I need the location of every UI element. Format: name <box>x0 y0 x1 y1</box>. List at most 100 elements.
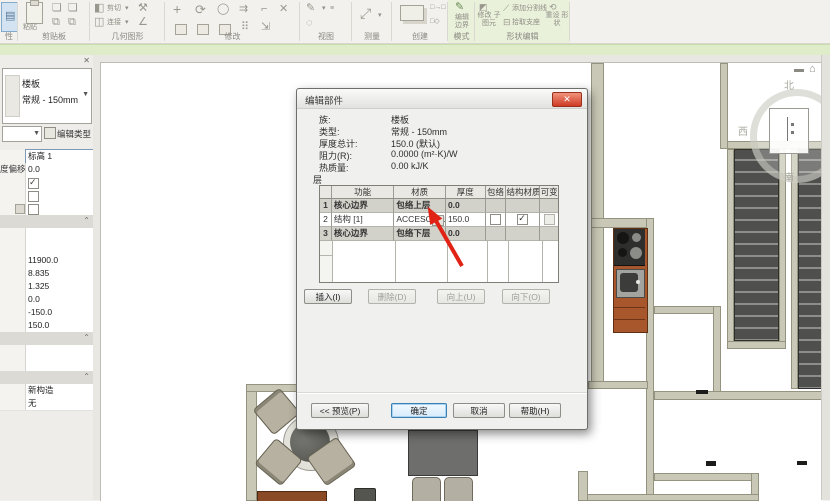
help-button[interactable]: 帮助(H) <box>509 403 561 418</box>
vertical-scrollbar[interactable] <box>821 55 830 500</box>
cabinet[interactable] <box>354 488 376 501</box>
wall[interactable] <box>588 381 648 389</box>
chevron-down-icon[interactable]: ▼ <box>82 91 89 98</box>
edit-type-button[interactable]: 编辑类型 <box>44 125 91 141</box>
wall[interactable] <box>654 306 720 314</box>
checkbox-checked[interactable] <box>28 178 39 189</box>
kitchen-counter[interactable] <box>613 228 648 333</box>
property-row[interactable]: 度偏移0.0 <box>0 163 93 177</box>
collapse-icon[interactable]: ⌃ <box>83 216 90 225</box>
home-icon[interactable]: ⌂ <box>809 63 816 75</box>
compass-south-label[interactable]: 南 <box>784 169 794 184</box>
edit-boundary-icon[interactable]: ✎ <box>455 2 464 13</box>
compass-west-label[interactable]: 西 <box>738 123 748 138</box>
property-row[interactable] <box>0 228 93 242</box>
cut-label[interactable]: 剪切 <box>107 5 121 13</box>
material-browse-button[interactable]: … <box>432 215 444 226</box>
property-row[interactable]: 1.325 <box>0 280 93 294</box>
compass-north-label[interactable]: 北 <box>784 77 794 92</box>
down-button[interactable]: 向下(O) <box>502 289 550 304</box>
divider <box>297 392 587 393</box>
info-value: 0.00 kJ/K <box>391 161 429 171</box>
move-icon[interactable]: + <box>173 4 181 15</box>
property-row[interactable]: 8.835 <box>0 267 93 281</box>
collapse-icon[interactable]: ⌃ <box>83 333 90 342</box>
insert-button[interactable]: 插入(I) <box>304 289 352 304</box>
angle-icon[interactable]: ∠ <box>138 17 148 28</box>
preview-button[interactable]: << 预览(P) <box>311 403 369 418</box>
properties-button[interactable]: ▤ <box>1 2 18 32</box>
structural-material-checkbox[interactable] <box>517 214 528 225</box>
property-row[interactable] <box>0 358 93 372</box>
filter-combobox[interactable]: ▼ <box>2 126 42 142</box>
stairs[interactable] <box>798 149 823 389</box>
add-split-label[interactable]: 添加分割线 <box>512 5 547 13</box>
table-row[interactable]: 1 核心边界 包络上层 0.0 <box>320 199 558 213</box>
hide-icon[interactable]: ◌ <box>306 18 313 29</box>
add-split-icon[interactable]: ⟋ <box>503 3 509 14</box>
edit-boundary-label[interactable]: 编辑 边界 <box>451 14 473 30</box>
property-row[interactable]: 0.0 <box>0 293 93 307</box>
reset-shape-label[interactable]: 重设 形状 <box>545 12 569 28</box>
pick-support-label[interactable]: 拾取支座 <box>512 19 540 27</box>
dialog-titlebar[interactable]: 编辑部件 ✕ <box>297 89 587 109</box>
wall[interactable] <box>654 473 759 481</box>
property-row[interactable]: 标高 1 <box>0 150 93 164</box>
wall[interactable] <box>591 218 653 228</box>
section-header[interactable]: ⌃ <box>0 332 93 346</box>
table-row[interactable]: 3 核心边界 包络下层 0.0 <box>320 227 558 241</box>
delete-icon[interactable]: ✕ <box>279 4 288 15</box>
property-row[interactable] <box>0 345 93 359</box>
wall[interactable] <box>578 471 588 501</box>
property-row[interactable] <box>0 189 93 203</box>
measure-icon[interactable]: ⤢ <box>360 8 371 19</box>
property-row[interactable]: -150.0 <box>0 306 93 320</box>
wall[interactable] <box>654 391 823 400</box>
property-row[interactable] <box>0 176 93 190</box>
ok-button[interactable]: 确定 <box>391 403 447 418</box>
property-row[interactable]: 新构造 <box>0 384 93 398</box>
property-row[interactable] <box>0 241 93 255</box>
desk[interactable] <box>408 430 478 476</box>
close-icon[interactable]: ✕ <box>552 92 582 107</box>
ribbon-group-view: ✎ ▾≡ ◌ 视图 <box>300 0 352 43</box>
wall[interactable] <box>246 384 257 501</box>
property-row[interactable]: 无 <box>0 397 93 411</box>
wraps-checkbox[interactable] <box>490 214 501 225</box>
compass-center[interactable] <box>769 108 809 154</box>
up-button[interactable]: 向上(U) <box>437 289 485 304</box>
wall[interactable] <box>720 63 728 149</box>
property-row[interactable]: 150.0 <box>0 319 93 333</box>
checkbox-unchecked[interactable] <box>28 204 39 215</box>
section-header[interactable]: ⌃ <box>0 371 93 385</box>
close-palette-icon[interactable]: ✕ <box>83 56 90 65</box>
wall[interactable] <box>727 341 786 349</box>
section-header[interactable]: ⌃ <box>0 215 93 229</box>
variable-checkbox[interactable] <box>544 214 555 225</box>
pencil-icon[interactable]: ✎ <box>306 3 315 14</box>
pick-support-icon[interactable]: ⊟ <box>503 17 511 28</box>
type-selector[interactable]: 楼板 常规 - 150mm ▼ <box>2 68 92 124</box>
property-row[interactable]: 11900.0 <box>0 254 93 268</box>
stairs[interactable] <box>734 149 779 341</box>
wall[interactable] <box>727 149 734 349</box>
wall[interactable] <box>791 149 798 389</box>
demolish-icon[interactable]: ⚒ <box>138 3 148 14</box>
checkbox-unchecked[interactable] <box>28 191 39 202</box>
steering-wheel-icon[interactable]: ▬ <box>794 64 804 75</box>
circle-icon[interactable]: ◯ <box>217 4 229 15</box>
table-row[interactable]: 2 结构 [1] ACCESO_BL… 150.0 <box>320 213 558 227</box>
rotate-icon[interactable]: ⟳ <box>195 4 206 15</box>
property-row[interactable] <box>0 202 93 216</box>
delete-button[interactable]: 删除(D) <box>368 289 416 304</box>
chair[interactable] <box>444 477 473 501</box>
create-group-icon[interactable] <box>400 5 424 21</box>
cancel-button[interactable]: 取消 <box>453 403 505 418</box>
align-icon[interactable]: ⇉ <box>239 4 248 15</box>
mirror-icon[interactable]: ⌐ <box>261 4 267 15</box>
join-label[interactable]: 连接 <box>107 19 121 27</box>
modify-sub-label[interactable]: 修改 子图元 <box>477 12 501 28</box>
wall[interactable] <box>713 306 721 394</box>
chair[interactable] <box>412 477 441 501</box>
collapse-icon[interactable]: ⌃ <box>83 372 90 381</box>
